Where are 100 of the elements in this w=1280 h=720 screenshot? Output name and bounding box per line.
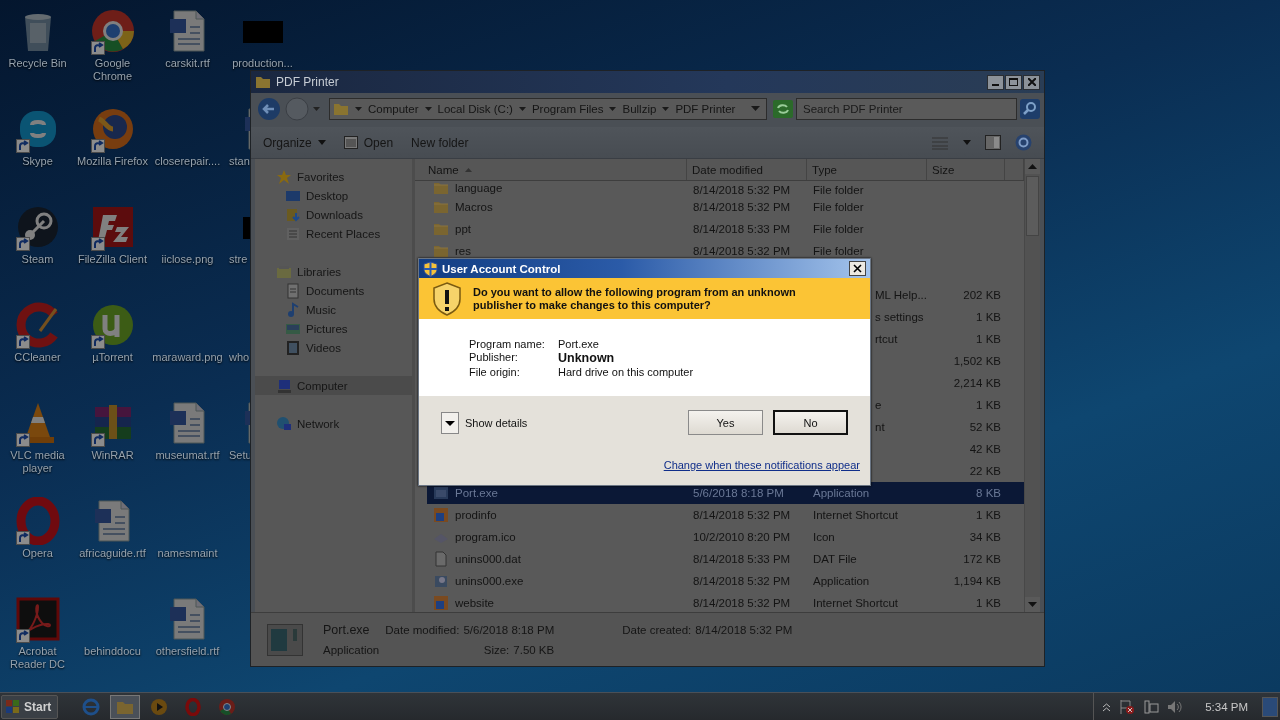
icon-label[interactable]: µTorrent [76,351,149,364]
icon-label[interactable]: Setu [229,449,252,462]
nav-item[interactable]: Documents [255,281,412,300]
file-name: Port.exe [455,487,498,499]
file-row[interactable]: program.ico 10/2/2010 8:20 PM Icon 34 KB [427,526,1024,548]
address-field[interactable]: Computer Local Disk (C:) Program Files Bullzip PDF Printer [329,98,767,120]
chevron-icon [609,106,617,112]
file-row[interactable]: prodinfo 8/14/2018 5:32 PM Internet Shortcut 1 KB [427,504,1024,526]
icon-label[interactable]: Steam [1,253,74,266]
icon-label[interactable]: africaguide.rtf [76,547,149,560]
breadcrumb-item[interactable]: Bullzip [622,103,657,115]
maximize-icon [1009,78,1018,86]
search-icon [1020,99,1040,119]
icon-label[interactable]: Recycle Bin [1,57,74,70]
icon-label[interactable]: Google Chrome [76,57,149,83]
file-size: 52 KB [969,421,1001,433]
breadcrumb-item[interactable]: PDF Printer [675,103,736,115]
icon-label[interactable]: VLC media player [1,449,74,475]
file-row[interactable]: Macros 8/14/2018 5:32 PM File folder [427,196,1024,218]
icon-label[interactable]: Skype [1,155,74,168]
close-button[interactable] [1023,74,1040,90]
nav-item[interactable]: Network [255,414,412,433]
dialog-button[interactable]: No [773,410,848,435]
scroll-thumb[interactable] [1026,176,1039,236]
nav-item[interactable]: Pictures [255,319,412,338]
file-type: nt [875,421,885,433]
toolbar-button[interactable]: Open [341,133,396,152]
breadcrumb-item[interactable]: Computer [368,103,419,115]
file-row[interactable]: res 8/14/2018 5:32 PM File folder [427,240,1024,262]
show-desktop-button[interactable] [1262,696,1278,717]
file-size: 1 KB [976,597,1001,609]
file-type: rtcut [875,333,898,345]
icon-label[interactable]: Mozilla Firefox [76,155,149,168]
film-icon [285,339,301,356]
icon-label[interactable]: stre [229,253,248,266]
icon-label[interactable]: Opera [1,547,74,560]
close-button[interactable] [849,261,866,276]
icon-label[interactable]: iiclose.png [151,253,224,266]
file-row[interactable]: language 8/14/2018 5:32 PM File folder [427,181,1024,196]
icon-label[interactable]: FileZilla Client [76,253,149,266]
breadcrumb-item[interactable]: Program Files [531,103,604,115]
file-row[interactable]: unins000.dat 8/14/2018 5:33 PM DAT File 172 KB [427,548,1024,570]
column-header[interactable]: Size [927,159,1005,180]
file-size: 1 KB [976,311,1001,323]
file-row[interactable]: unins000.exe 8/14/2018 5:32 PM Application 1,194 KB [427,570,1024,592]
computer-icon [276,377,292,394]
icon-label[interactable]: behinddocu [76,645,149,658]
icon-label[interactable]: WinRAR [76,449,149,462]
nav-item[interactable]: Music [255,300,412,319]
start-button[interactable]: Start [1,694,59,719]
dialog-button[interactable]: Yes [688,410,763,435]
file-type: Application [323,643,380,656]
file-row[interactable]: ppt 8/14/2018 5:33 PM File folder [427,218,1024,240]
icon-label[interactable]: maraward.png [151,351,224,364]
icon-label[interactable]: namesmaint [151,547,224,560]
field-label: Program name: [469,337,546,350]
icon-label[interactable]: carskit.rtf [151,57,224,70]
field-value: 8/14/2018 5:32 PM [695,623,793,636]
icon-label[interactable]: othersfield.rtf [151,645,224,658]
column-header[interactable]: Name [415,159,687,180]
scrollbar[interactable] [1024,159,1040,612]
column-header[interactable]: Date modified [687,159,807,180]
icon-label[interactable]: who [229,351,250,364]
application-thumbnail-icon [267,623,303,656]
minimize-button[interactable] [987,74,1004,90]
field-label: File origin: [469,365,521,378]
field-value: 5/6/2018 8:18 PM [463,623,555,636]
icon-label[interactable]: closerepair.... [151,155,224,168]
breadcrumb-item[interactable]: Local Disk (C:) [437,103,513,115]
nav-item[interactable]: Downloads [255,205,412,224]
document-icon [285,282,301,299]
show-details-toggle[interactable]: Show details [441,411,528,434]
caret-icon [963,140,971,145]
media-player-icon [150,697,169,716]
file-size: 34 KB [969,531,1001,543]
toolbar-button[interactable]: Organize [261,133,328,152]
icon-label[interactable]: stan [229,155,250,168]
file-row[interactable]: website 8/14/2018 5:32 PM Internet Shortcut 1 KB [427,592,1024,612]
date-modified: 8/14/2018 5:33 PM [693,553,791,565]
column-header[interactable]: Type [807,159,927,180]
clock[interactable]: 5:34 PM [1205,700,1248,713]
chevron-icon [518,106,526,112]
internet-shortcut-icon [433,507,449,523]
search-field[interactable]: Search PDF Printer [796,98,1017,120]
icon-label[interactable]: museumat.rtf [151,449,224,462]
taskbar-button[interactable] [110,694,141,719]
file-size: 8 KB [976,487,1001,499]
date-modified: 8/14/2018 5:33 PM [693,223,791,235]
nav-item[interactable]: Desktop [255,186,412,205]
nav-item[interactable]: Videos [255,338,412,357]
nav-item[interactable]: Recent Places [255,224,412,243]
notification-settings-link[interactable]: Change when these notifications appear [663,459,860,471]
file-type: Icon [813,531,835,543]
toolbar-button[interactable]: New folder [409,133,471,152]
icon-label[interactable]: production... [226,57,299,70]
icon-label[interactable]: Acrobat Reader DC [1,645,74,671]
nav-item[interactable]: Libraries [255,262,412,281]
maximize-button[interactable] [1005,74,1022,90]
icon-label[interactable]: CCleaner [1,351,74,364]
nav-item[interactable]: Favorites [255,167,412,186]
